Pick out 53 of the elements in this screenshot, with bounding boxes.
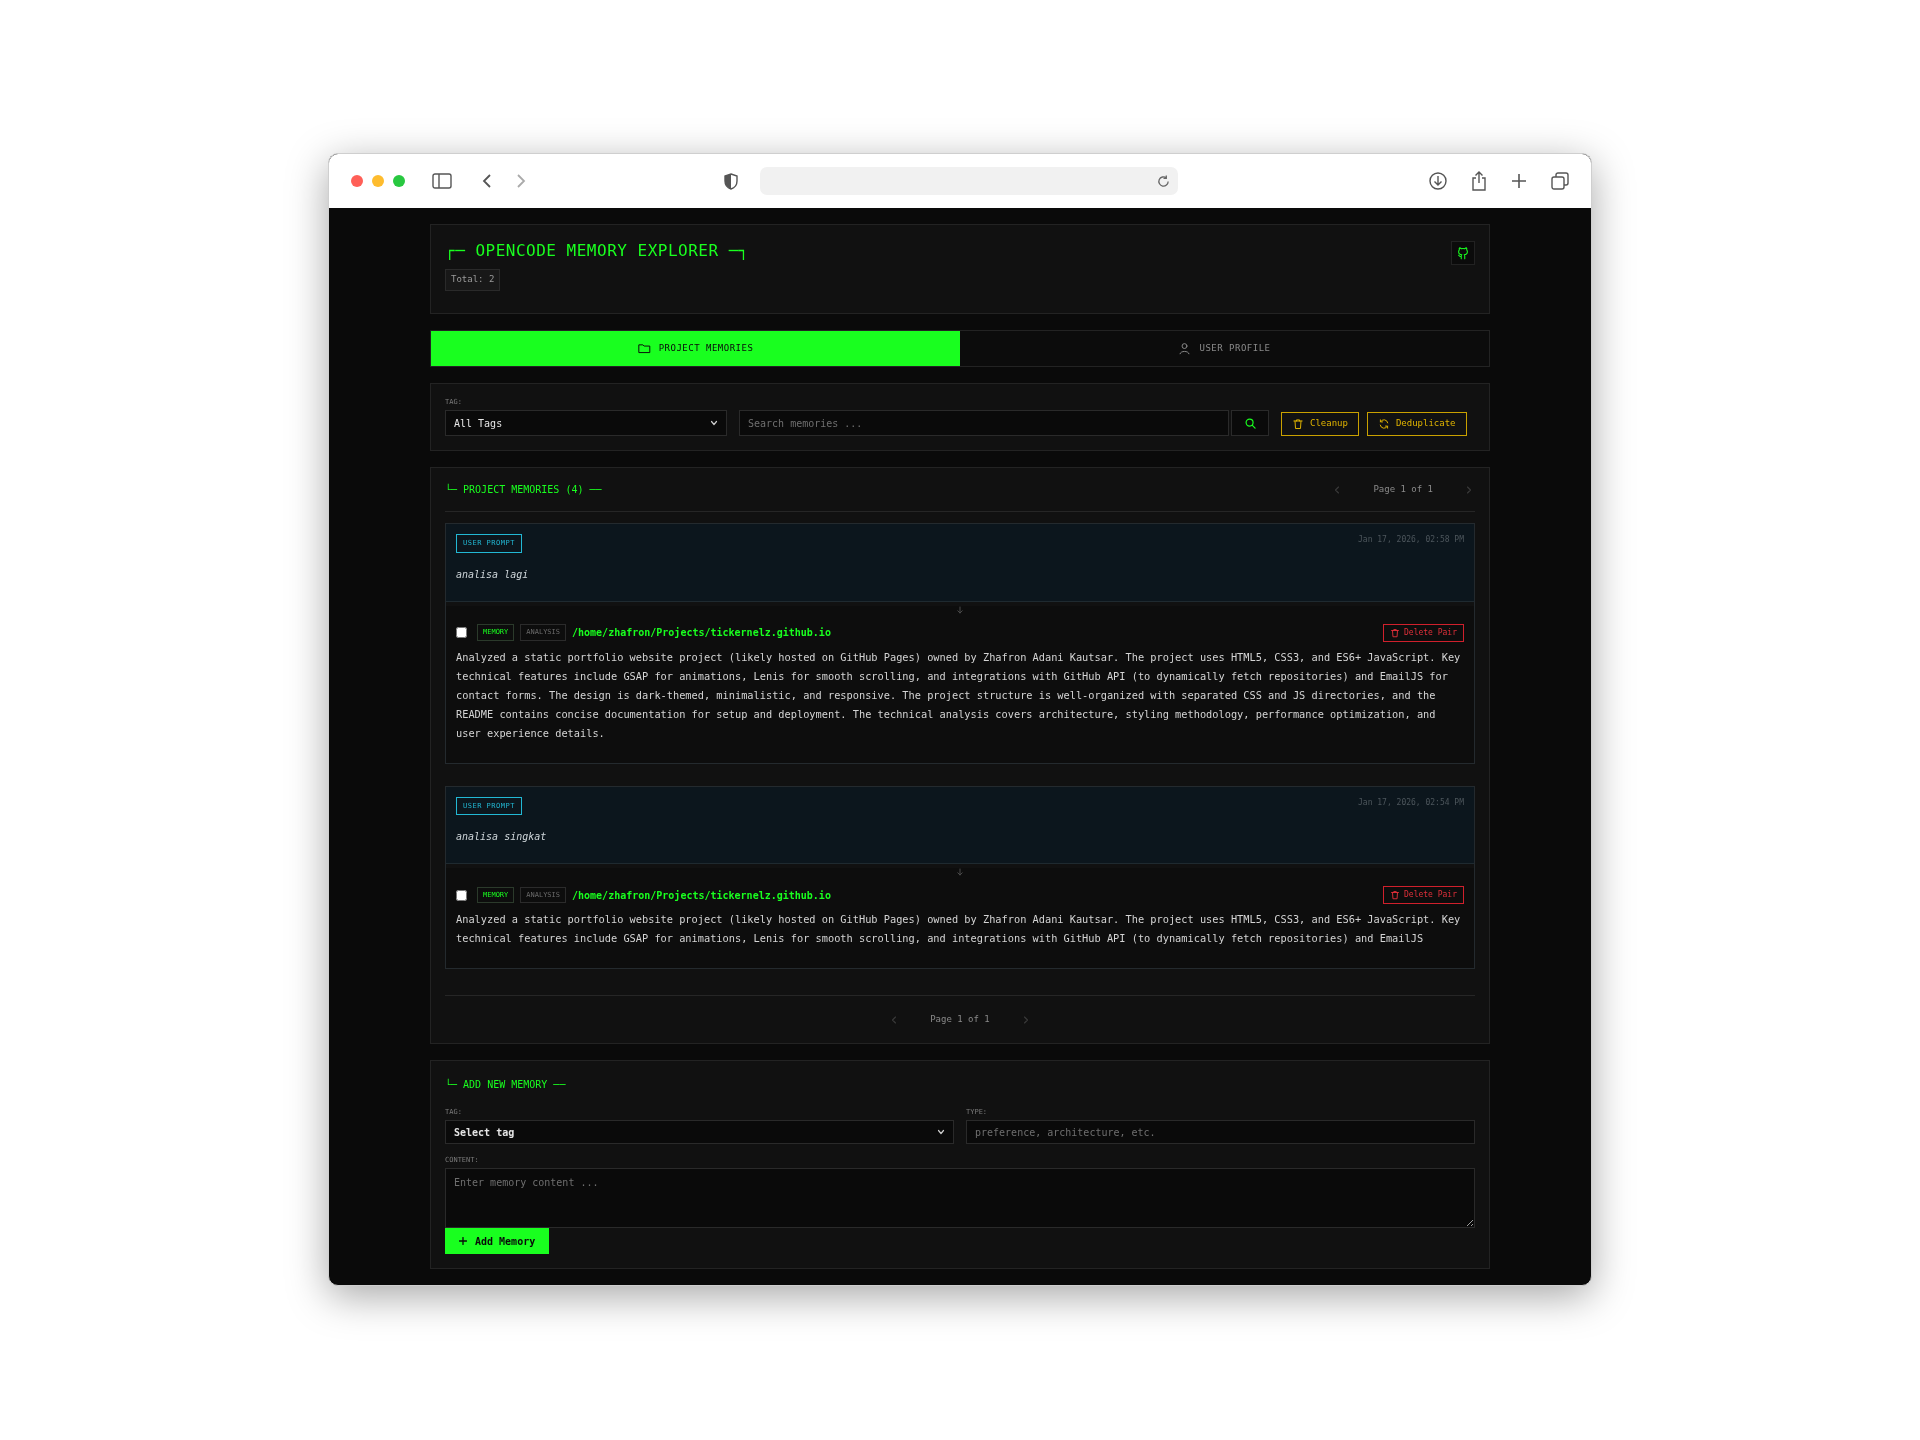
chevron-down-icon (710, 419, 718, 427)
action-button[interactable]: Cleanup (1281, 412, 1359, 436)
reload-icon[interactable] (1157, 174, 1170, 188)
delete-pair-button[interactable]: Delete Pair (1383, 623, 1464, 642)
project-path: /home/zhafron/Projects/tickernelz.github.io (572, 626, 831, 640)
app-title: ┌─ OPENCODE MEMORY EXPLORER ─┐ (445, 241, 749, 261)
section-title: └─ ADD NEW MEMORY ── (445, 1077, 567, 1092)
github-icon (1456, 246, 1470, 260)
content-field[interactable]: Enter memory content ... (445, 1168, 1475, 1228)
chevron-left-icon (1334, 485, 1341, 494)
github-button[interactable] (1451, 241, 1475, 265)
trash-icon (1292, 418, 1304, 430)
project-path: /home/zhafron/Projects/tickernelz.github.io (572, 888, 831, 903)
page-indicator: Page 1 of 1 (1373, 482, 1433, 496)
plus-icon (459, 1237, 467, 1245)
new-tab-icon[interactable] (1511, 173, 1527, 189)
section-title: └─ PROJECT MEMORIES (4) ── (445, 482, 602, 497)
search-icon (1244, 417, 1256, 429)
chevron-down-icon (937, 1128, 945, 1136)
select-checkbox[interactable] (456, 889, 467, 901)
search-field[interactable]: Search memories ... (739, 410, 1229, 436)
close-window-button[interactable] (351, 175, 363, 187)
back-icon[interactable] (482, 173, 492, 189)
share-icon[interactable] (1471, 171, 1487, 191)
search-button[interactable] (1231, 410, 1269, 436)
memory-content: Analyzed a static portfolio website project (likely hosted on GitHub Pages) owned by Zhafron Adani Kautsar. The project uses HTML5, CSS3, and ES6+ JavaScript. Key technical features include GSAP for animations, Lenis for smooth scrolling, and integrations with GitHub API (to dynamically fetch repositories) and EmailJS for contact forms. The design is dark-themed, minimalistic, and responsive. The project structure is well-organized with separated CSS and JS directories, and the README contains concise documentation for setup and deployment. The technical analysis covers architecture, styling methodology, performance optimization, and user experience details. (456, 649, 1462, 741)
chevron-left-icon (891, 1015, 898, 1024)
prompt-text: analisa lagi (456, 567, 530, 582)
chevron-right-icon (1466, 485, 1472, 494)
download-icon[interactable] (1429, 172, 1447, 190)
type-field[interactable]: preference, architecture, etc. (966, 1120, 1475, 1144)
sidebar-icon[interactable] (432, 173, 452, 189)
select-checkbox[interactable] (456, 627, 467, 638)
page-indicator: Page 1 of 1 (930, 1012, 990, 1026)
tabs-overview-icon[interactable] (1551, 172, 1569, 190)
chevron-right-icon (1022, 1015, 1029, 1024)
arrow-down-icon (956, 605, 964, 614)
tab[interactable]: PROJECT MEMORIES (431, 331, 960, 366)
tag-dropdown[interactable]: Select tag (445, 1120, 954, 1144)
action-button[interactable]: Deduplicate (1366, 412, 1467, 436)
prompt-text: analisa singkat (456, 830, 548, 844)
delete-pair-button[interactable]: Delete Pair (1383, 886, 1464, 904)
tag-dropdown[interactable]: All Tags (445, 410, 727, 436)
trash-icon (1390, 627, 1400, 638)
folder-icon (637, 342, 651, 355)
arrow-down-icon (956, 868, 964, 876)
refresh-icon (1377, 418, 1390, 430)
add-memory-button[interactable]: Add Memory (445, 1228, 550, 1254)
memory-content: Analyzed a static portfolio website project (likely hosted on GitHub Pages) owned by Zhafron Adani Kautsar. The project uses HTML5, CSS3, and ES6+ JavaScript. Key technical features include GSAP for animations, Lenis for smooth scrolling, and integrations with GitHub API (to dynamically fetch repositories) and EmailJS (456, 912, 1462, 946)
total-count-badge: Total: 2 (445, 269, 501, 291)
shield-icon[interactable] (724, 172, 738, 190)
user-icon (1178, 342, 1192, 355)
trash-icon (1390, 890, 1400, 900)
